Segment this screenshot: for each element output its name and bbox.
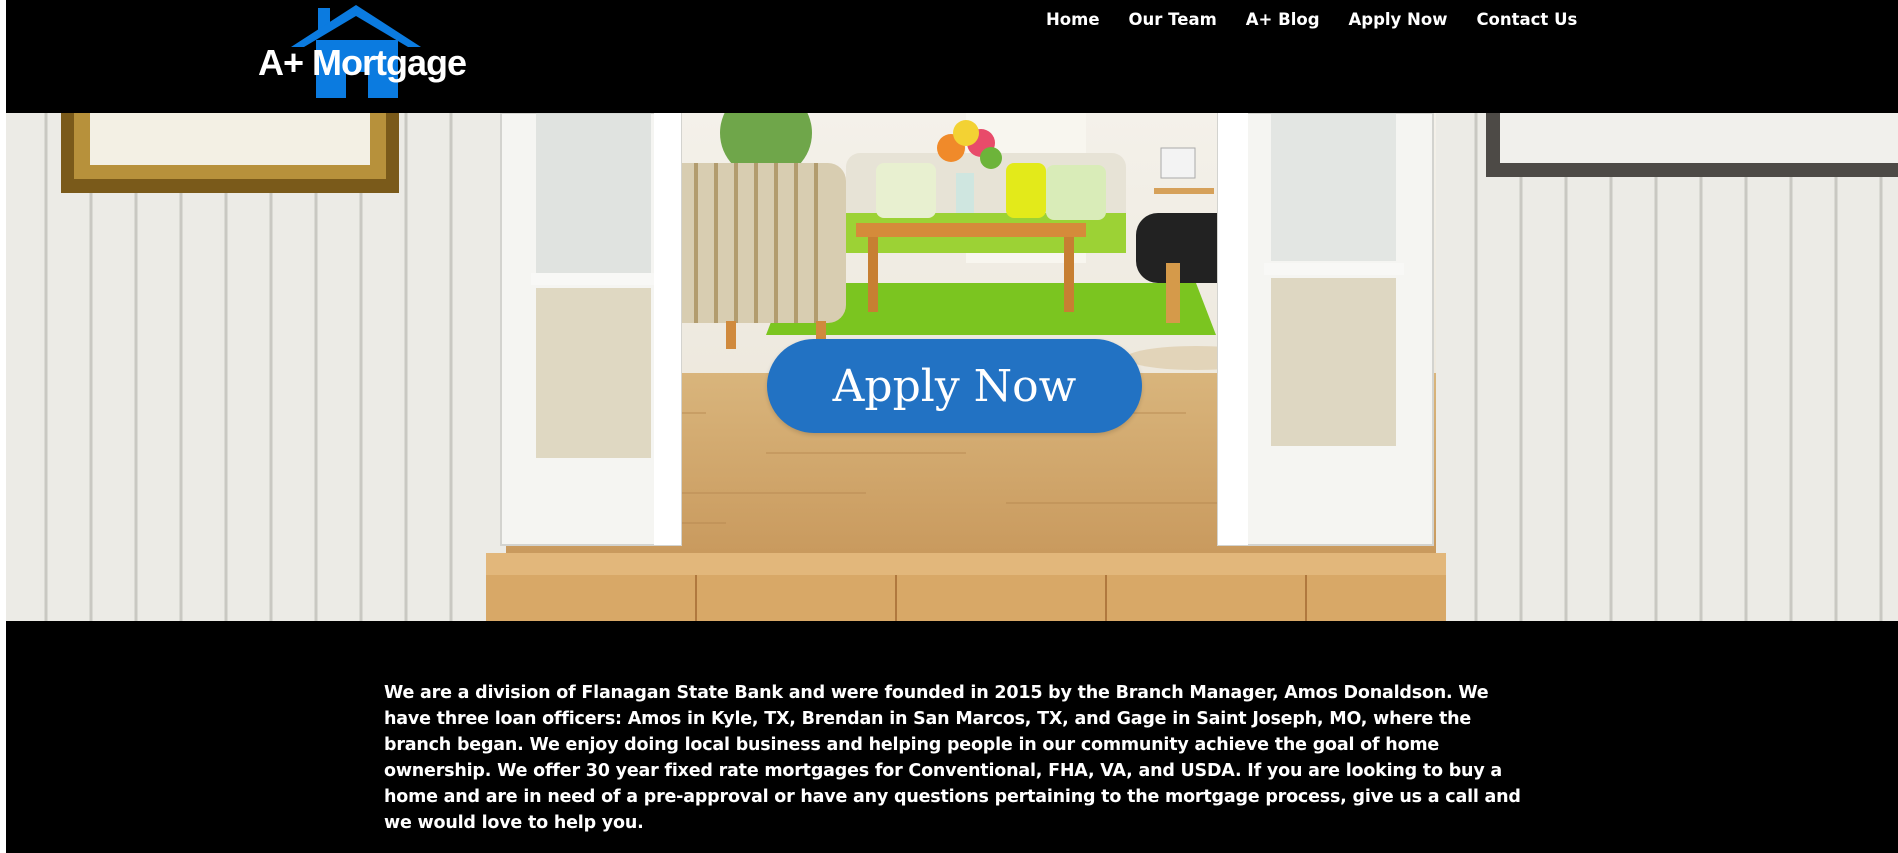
nav-apply-now[interactable]: Apply Now bbox=[1349, 10, 1448, 29]
about-paragraph: We are a division of Flanagan State Bank… bbox=[384, 683, 1521, 833]
nav-home[interactable]: Home bbox=[1046, 10, 1100, 29]
about-section: We are a division of Flanagan State Bank… bbox=[6, 621, 1898, 853]
logo-text: A+ Mortgage bbox=[258, 42, 467, 83]
site-header: A+ Mortgage Home Our Team A+ Blog Apply … bbox=[6, 0, 1898, 113]
site-logo[interactable]: A+ Mortgage bbox=[256, 2, 486, 102]
page-frame: A+ Mortgage Home Our Team A+ Blog Apply … bbox=[6, 0, 1898, 853]
main-nav: Home Our Team A+ Blog Apply Now Contact … bbox=[1046, 10, 1606, 29]
nav-contact-us[interactable]: Contact Us bbox=[1476, 10, 1577, 29]
nav-our-team[interactable]: Our Team bbox=[1129, 10, 1217, 29]
hero-banner: Apply Now bbox=[6, 113, 1898, 621]
nav-blog[interactable]: A+ Blog bbox=[1246, 10, 1320, 29]
apply-now-button[interactable]: Apply Now bbox=[767, 339, 1142, 433]
